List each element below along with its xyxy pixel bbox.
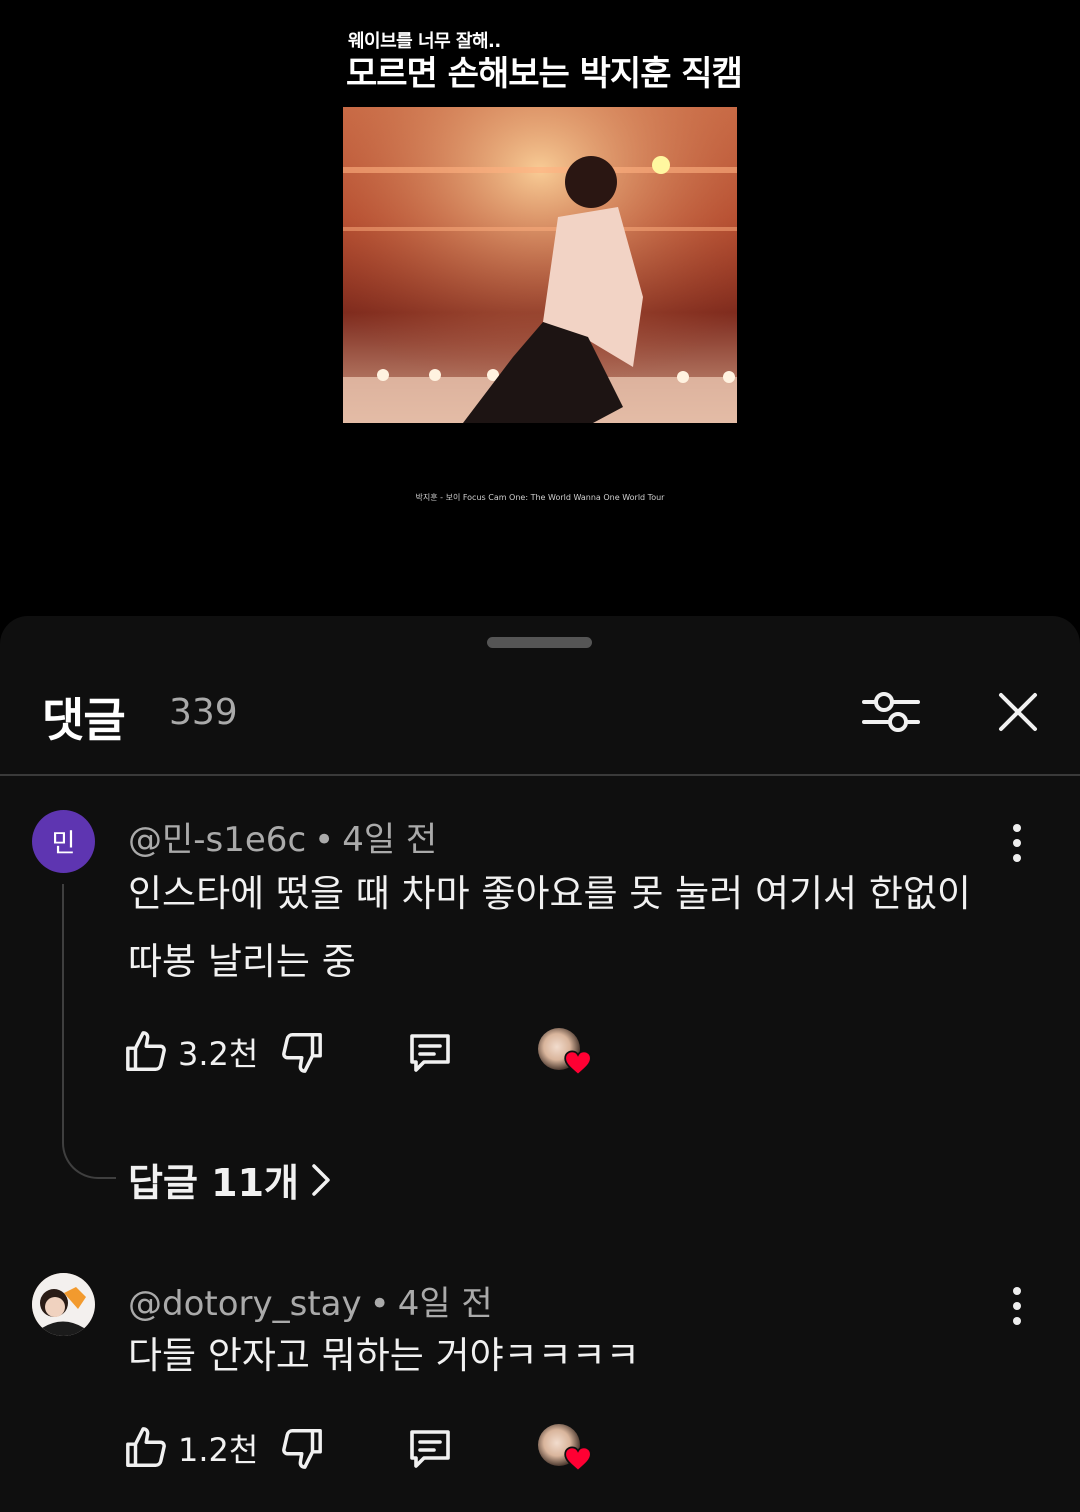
- like-count: 1.2천: [178, 1431, 259, 1469]
- thumbs-down-icon: [282, 1429, 322, 1469]
- close-icon: [999, 693, 1037, 731]
- comment-author[interactable]: @민-s1e6c: [128, 820, 306, 860]
- video-frame: [343, 107, 737, 423]
- reply-button[interactable]: [406, 1026, 454, 1078]
- thumbs-down-icon: [282, 1033, 322, 1073]
- sort-filter-button[interactable]: [856, 682, 926, 742]
- comment-actions: 3.2천: [124, 1026, 644, 1078]
- heart-icon: [564, 1446, 592, 1472]
- avatar[interactable]: 민: [32, 810, 95, 873]
- creator-heart-badge: [538, 1424, 592, 1472]
- reply-thread-line: [62, 884, 116, 1179]
- video-title: 모르면 손해보는 박지훈 직캠: [346, 54, 743, 94]
- view-replies-button[interactable]: 답글 11개: [128, 1152, 331, 1207]
- close-button[interactable]: [988, 682, 1048, 742]
- comment-text: 인스타에 떴을 때 차마 좋아요를 못 눌러 여기서 한없이 따봉 날리는 중: [128, 860, 1008, 996]
- like-button[interactable]: 1.2천: [124, 1422, 258, 1474]
- header-divider: [0, 774, 1080, 776]
- comment-actions: 1.2천: [124, 1422, 644, 1474]
- comment-time: 4일 전: [397, 1284, 493, 1324]
- drag-handle[interactable]: [487, 637, 592, 648]
- heart-icon: [564, 1050, 592, 1076]
- comments-title: 댓글: [42, 693, 126, 747]
- comment-text-line: 인스타에 떴을 때 차마 좋아요를 못 눌러 여기서 한없이: [128, 872, 971, 915]
- avatar-photo-image: [32, 1273, 95, 1336]
- dislike-button[interactable]: [278, 1422, 324, 1474]
- thumbs-up-icon: [126, 1031, 166, 1071]
- video-player[interactable]: 웨이브를 너무 잘해.. 모르면 손해보는 박지훈 직캠 박지훈 - 보이 Fo…: [0, 0, 1080, 616]
- meta-separator: •: [369, 1284, 390, 1324]
- kebab-dot: [1013, 839, 1021, 847]
- stage-scene-image: [343, 107, 737, 423]
- meta-separator: •: [314, 820, 335, 860]
- comment-text-line: 따봉 날리는 중: [128, 940, 356, 983]
- video-caption: 박지훈 - 보이 Focus Cam One: The World Wanna …: [415, 493, 665, 502]
- replies-label: 답글 11개: [128, 1161, 299, 1205]
- kebab-dot: [1013, 1287, 1021, 1295]
- comment-reply-icon: [410, 1430, 450, 1468]
- reply-button[interactable]: [406, 1422, 454, 1474]
- comment-meta: @민-s1e6c • 4일 전: [128, 812, 437, 861]
- comment-reply-icon: [410, 1034, 450, 1072]
- creator-heart-badge: [538, 1028, 592, 1076]
- kebab-dot: [1013, 854, 1021, 862]
- chevron-right-icon: [312, 1163, 330, 1196]
- comment-time: 4일 전: [342, 820, 438, 860]
- comment-author[interactable]: @dotory_stay: [128, 1284, 362, 1324]
- kebab-dot: [1013, 824, 1021, 832]
- sliders-icon: [862, 692, 920, 732]
- comment-meta: @dotory_stay • 4일 전: [128, 1276, 493, 1325]
- kebab-dot: [1013, 1302, 1021, 1310]
- dislike-button[interactable]: [278, 1026, 324, 1078]
- thumbs-up-icon: [126, 1427, 166, 1467]
- like-count: 3.2천: [178, 1035, 259, 1073]
- kebab-dot: [1013, 1317, 1021, 1325]
- like-button[interactable]: 3.2천: [124, 1026, 258, 1078]
- comment-text: 다들 안자고 뭐하는 거야ㅋㅋㅋㅋ: [128, 1322, 1008, 1390]
- comments-count: 339: [169, 692, 238, 733]
- avatar[interactable]: [32, 1273, 95, 1336]
- comment-text-line: 다들 안자고 뭐하는 거야ㅋㅋㅋㅋ: [128, 1334, 640, 1377]
